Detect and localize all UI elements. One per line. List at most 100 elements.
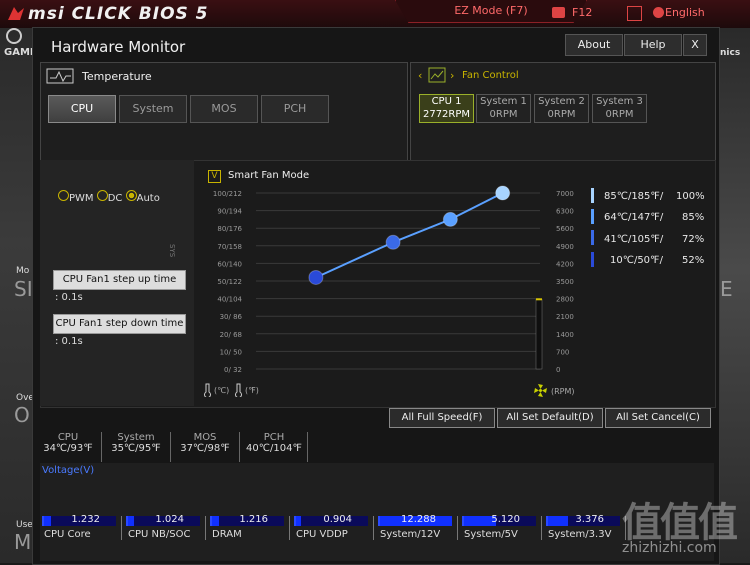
globe-icon[interactable] (653, 7, 664, 18)
temp-tick-label: 60/140 (217, 260, 242, 268)
temp-tick-label: 80/176 (217, 225, 242, 233)
voltage-separator (541, 516, 542, 540)
bg-si-text: SI (14, 277, 33, 301)
step-up-time-value: : 0.1s (55, 292, 83, 303)
voltage-name: CPU VDDP (296, 529, 348, 540)
auto-label[interactable]: Auto (137, 193, 160, 204)
fan-tab-system1[interactable]: System 1 0RPM (476, 94, 531, 123)
bg-nics-text: nics (720, 48, 741, 58)
temp-value: 35℃/95℉ (111, 443, 161, 454)
voltage-separator (205, 516, 206, 540)
rpm-tick-label: 5600 (556, 225, 574, 233)
voltage-item: 1.024 CPU NB/SOC (126, 512, 206, 552)
temp-tick-label: 30/ 86 (220, 313, 243, 321)
temp-value: 40℃/104℉ (246, 443, 302, 454)
thermometer-icon-celsius (204, 383, 211, 397)
voltage-item: 0.904 CPU VDDP (294, 512, 374, 552)
mode-radio-group: PWM DC Auto (58, 190, 160, 204)
watermark-url: zhizhizhi.com (622, 540, 717, 556)
temp-readout-system: System 35℃/95℉ (108, 432, 164, 454)
window-title: Hardware Monitor (51, 38, 186, 56)
voltage-value: 0.904 (323, 514, 352, 525)
fahrenheit-axis-label: (℉) (245, 386, 259, 395)
all-set-cancel-button[interactable]: All Set Cancel(C) (605, 408, 711, 428)
voltage-item: 5.120 System/5V (462, 512, 542, 552)
help-button[interactable]: Help (624, 34, 682, 56)
dc-label[interactable]: DC (108, 193, 123, 204)
rpm-tick-label: 2100 (556, 313, 574, 321)
legend-pct: 72% (682, 234, 705, 245)
temp-tick-label: 0/ 32 (224, 366, 242, 374)
voltage-item: 1.232 CPU Core (42, 512, 122, 552)
fan-tab-system2[interactable]: System 2 0RPM (534, 94, 589, 123)
auto-radio[interactable] (125, 190, 137, 201)
fan-curve-point[interactable] (385, 234, 401, 250)
fan-curve-line (315, 192, 504, 279)
fan-next-arrow-icon[interactable]: › (450, 69, 454, 82)
temperature-icon (46, 68, 74, 84)
pwm-label[interactable]: PWM (69, 193, 94, 204)
language-selector[interactable]: English (665, 6, 705, 19)
voltage-item: 1.216 DRAM (210, 512, 290, 552)
tab-system[interactable]: System (119, 95, 187, 123)
f12-label[interactable]: F12 (572, 6, 592, 19)
all-full-speed-button[interactable]: All Full Speed(F) (389, 408, 495, 428)
step-up-time-button[interactable]: CPU Fan1 step up time (53, 270, 186, 290)
temp-label: CPU (57, 432, 79, 443)
pwm-radio[interactable] (58, 190, 69, 201)
temp-label: PCH (263, 432, 285, 443)
bg-game-text: GAMI (4, 47, 34, 58)
temp-readout-pch: PCH 40℃/104℉ (244, 432, 304, 454)
fan-tab-name: System 2 (538, 96, 585, 107)
temp-readout-cpu: CPU 34℃/93℉ (42, 432, 94, 454)
bg-use-text: Use (16, 520, 33, 530)
fan-curve-point[interactable] (495, 185, 511, 201)
temp-separator (101, 432, 102, 462)
screenshot-icon[interactable] (552, 7, 565, 18)
fan-prev-arrow-icon[interactable]: ‹ (418, 69, 422, 82)
voltage-separator (121, 516, 122, 540)
temp-label: System (117, 432, 155, 443)
bg-e-text: E (720, 277, 733, 301)
legend-swatch (591, 230, 594, 245)
tab-cpu[interactable]: CPU (48, 95, 116, 123)
fan-curve-point[interactable] (442, 211, 458, 227)
voltage-name: System/3.3V (548, 529, 612, 540)
tab-mos[interactable]: MOS (190, 95, 258, 123)
voltage-separator (457, 516, 458, 540)
fan-tab-system3[interactable]: System 3 0RPM (592, 94, 647, 123)
voltage-item: 3.376 System/3.3V (546, 512, 626, 552)
fan-curve-point[interactable] (308, 269, 324, 285)
voltage-name: DRAM (212, 529, 242, 540)
legend-temp: 41℃/105℉/ (604, 234, 664, 245)
temperature-title: Temperature (82, 70, 152, 83)
all-set-default-button[interactable]: All Set Default(D) (497, 408, 603, 428)
side-label: SYS (168, 244, 176, 258)
rpm-tick-label: 1400 (556, 331, 574, 339)
search-icon[interactable] (627, 6, 642, 21)
voltage-title: Voltage(V) (42, 465, 95, 476)
temp-value: 34℃/93℉ (43, 443, 93, 454)
bg-m-text: M (14, 530, 32, 554)
close-button[interactable]: X (683, 34, 707, 56)
voltage-item: 12.288 System/12V (378, 512, 458, 552)
rpm-tick-label: 0 (556, 366, 560, 374)
rpm-tick-label: 3500 (556, 278, 574, 286)
fan-tab-cpu1[interactable]: CPU 1 2772RPM (419, 94, 474, 123)
rpm-level-bar (535, 299, 543, 370)
voltage-value: 1.232 (71, 514, 100, 525)
tab-pch[interactable]: PCH (261, 95, 329, 123)
about-button[interactable]: About (565, 34, 623, 56)
fan-tab-name: System 1 (480, 96, 527, 107)
legend-swatch (591, 209, 594, 224)
rpm-tick-label: 7000 (556, 190, 574, 198)
fan-curve-chart[interactable]: 100/212 700090/194 630080/176 560070/158 490… (196, 162, 588, 402)
rpm-axis-label: (RPM) (551, 387, 575, 396)
voltage-value: 1.024 (155, 514, 184, 525)
bg-mo-text: Mo (16, 266, 30, 276)
voltage-name: System/12V (380, 529, 441, 540)
fan-tab-rpm: 0RPM (489, 109, 518, 120)
dc-radio[interactable] (96, 190, 108, 201)
clock-icon (6, 28, 22, 44)
step-down-time-button[interactable]: CPU Fan1 step down time (53, 314, 186, 334)
